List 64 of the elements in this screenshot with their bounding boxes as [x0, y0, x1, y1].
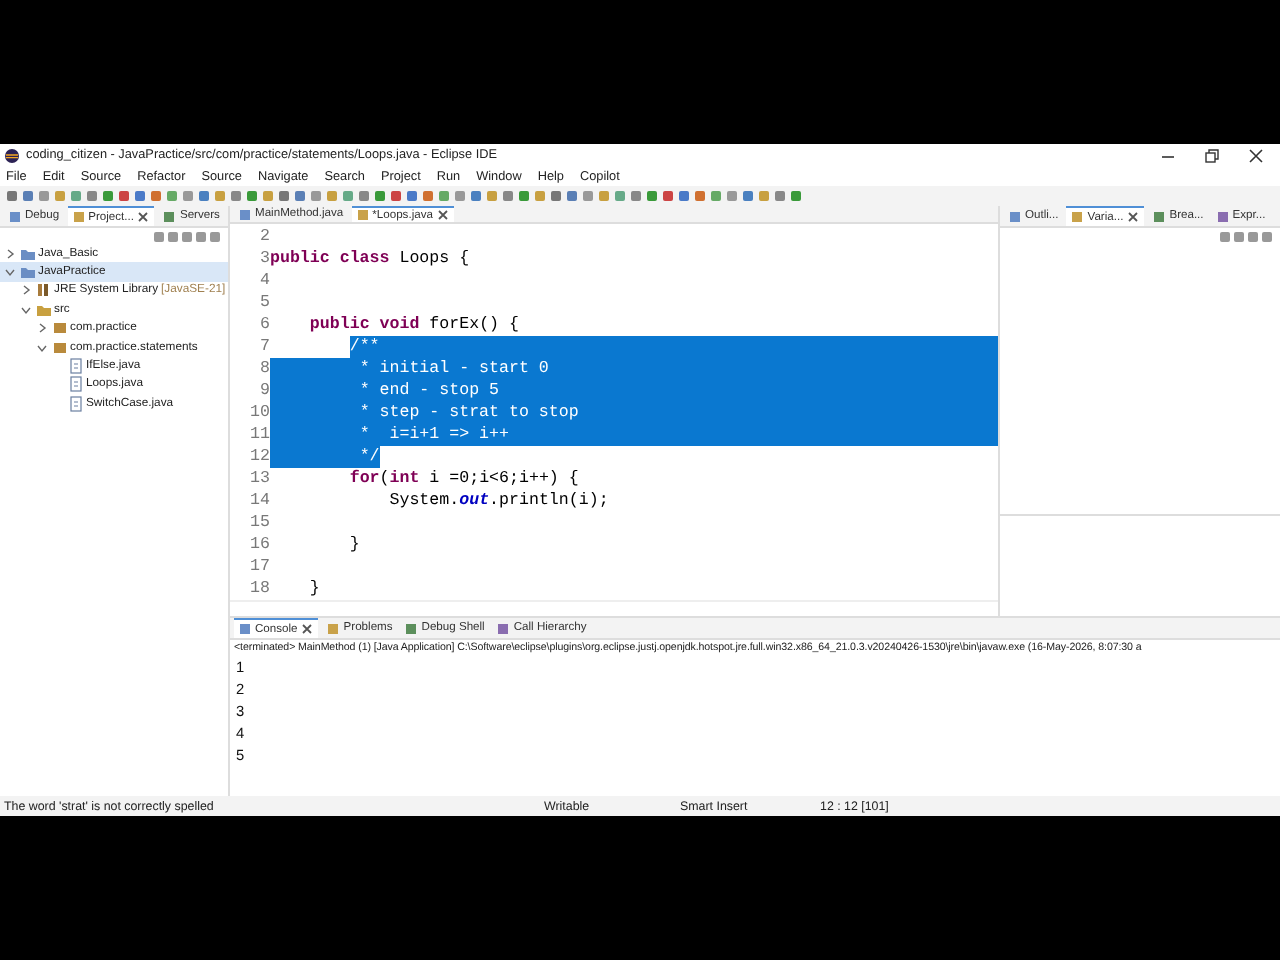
code-text: System.	[389, 490, 460, 513]
line-number: 4	[258, 272, 270, 291]
tab-icon	[162, 209, 177, 223]
code-text: .println(i);	[489, 490, 609, 513]
close-icon[interactable]	[1248, 147, 1264, 163]
line-number: 9	[258, 382, 270, 401]
code-text: for	[349, 468, 380, 491]
expand-icon[interactable]	[36, 322, 48, 335]
collapse-icon[interactable]	[4, 266, 16, 279]
tab-icon	[1215, 209, 1230, 223]
app-icon	[4, 147, 20, 163]
tab-icon	[238, 207, 252, 222]
code-text: int	[389, 468, 420, 491]
code-text: }	[349, 534, 360, 557]
line-number: 3	[258, 250, 270, 269]
tab-icon	[496, 621, 511, 635]
close-icon[interactable]	[435, 208, 450, 223]
code-text: * end - stop 5	[359, 380, 500, 403]
line-number: 2	[258, 228, 270, 247]
line-number: 10	[248, 404, 270, 423]
tab-icon	[71, 210, 86, 224]
line-number: 13	[248, 470, 270, 489]
line-number: 5	[258, 294, 270, 313]
tab-icon	[8, 209, 22, 223]
collapse-icon[interactable]	[36, 341, 48, 354]
code-text: public class	[270, 248, 390, 271]
close-icon[interactable]	[136, 210, 151, 224]
line-number: 6	[258, 316, 270, 335]
line-number: 14	[248, 492, 270, 511]
code-text: (	[379, 468, 390, 491]
restore-icon[interactable]	[1204, 147, 1220, 163]
tab-icon	[326, 621, 341, 635]
expand-icon[interactable]	[4, 247, 16, 260]
code-text: public void	[309, 314, 420, 337]
code-text: i =0;i<6;i++) {	[427, 468, 579, 491]
collapse-icon[interactable]	[20, 303, 32, 316]
line-number: 16	[248, 536, 270, 555]
code-text: */	[359, 446, 380, 469]
line-number: 8	[258, 360, 270, 379]
tab-icon	[1008, 209, 1022, 223]
expand-icon[interactable]	[20, 284, 32, 297]
tab-icon	[355, 208, 370, 223]
line-number: 18	[248, 580, 270, 599]
tab-icon	[1070, 210, 1085, 224]
close-icon[interactable]	[1126, 210, 1141, 224]
line-number: 12	[248, 448, 270, 467]
code-text: forEx() {	[427, 314, 519, 337]
code-text: out	[459, 490, 490, 513]
code-text: * i=i+1 => i++	[359, 424, 509, 447]
folder-icon	[35, 301, 51, 318]
code-text: /**	[349, 336, 380, 359]
code-text: Loops {	[397, 248, 470, 271]
code-text: * initial - start 0	[359, 358, 549, 381]
line-number: 15	[248, 514, 270, 533]
code-text: }	[309, 578, 320, 601]
line-number: 7	[258, 338, 270, 357]
line-number: 11	[248, 426, 270, 445]
books-icon	[35, 282, 51, 299]
code-text: * step - strat to stop	[359, 402, 579, 425]
line-number: 17	[248, 558, 270, 577]
tab-icon	[404, 621, 419, 635]
tab-icon	[1152, 209, 1167, 223]
tab-icon	[238, 622, 252, 636]
close-icon[interactable]	[300, 622, 315, 636]
